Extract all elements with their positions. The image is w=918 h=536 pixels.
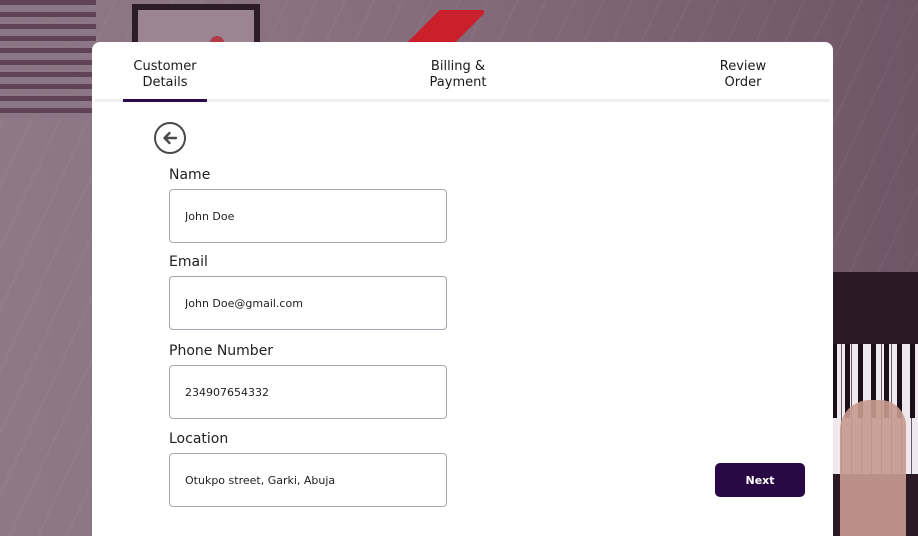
background-window-blinds: [0, 0, 96, 120]
email-label: Email: [169, 254, 208, 270]
name-input[interactable]: [169, 189, 447, 243]
location-field-group: Location: [169, 430, 447, 507]
checkout-card: Customer Details Billing & Payment Revie…: [92, 42, 833, 536]
active-tab-indicator: [123, 99, 207, 102]
phone-number-label: Phone Number: [169, 343, 274, 359]
checkout-steps: Customer Details Billing & Payment Revie…: [95, 42, 830, 102]
email-input[interactable]: [169, 276, 447, 330]
arrow-left-circle-icon: [163, 131, 178, 145]
email-field-group: Email: [169, 253, 447, 330]
location-label: Location: [169, 431, 229, 447]
next-button[interactable]: Next: [715, 463, 805, 497]
background-hand: [840, 400, 906, 536]
tab-billing-payment[interactable]: Billing & Payment: [408, 59, 508, 91]
phone-number-input[interactable]: [169, 365, 447, 419]
phone-field-group: Phone Number: [169, 342, 447, 419]
tab-review-order[interactable]: Review Order: [701, 59, 785, 91]
location-input[interactable]: [169, 453, 447, 507]
tab-customer-details[interactable]: Customer Details: [123, 59, 207, 91]
back-button[interactable]: [154, 122, 186, 154]
name-field-group: Name: [169, 166, 447, 243]
name-label: Name: [169, 167, 211, 183]
